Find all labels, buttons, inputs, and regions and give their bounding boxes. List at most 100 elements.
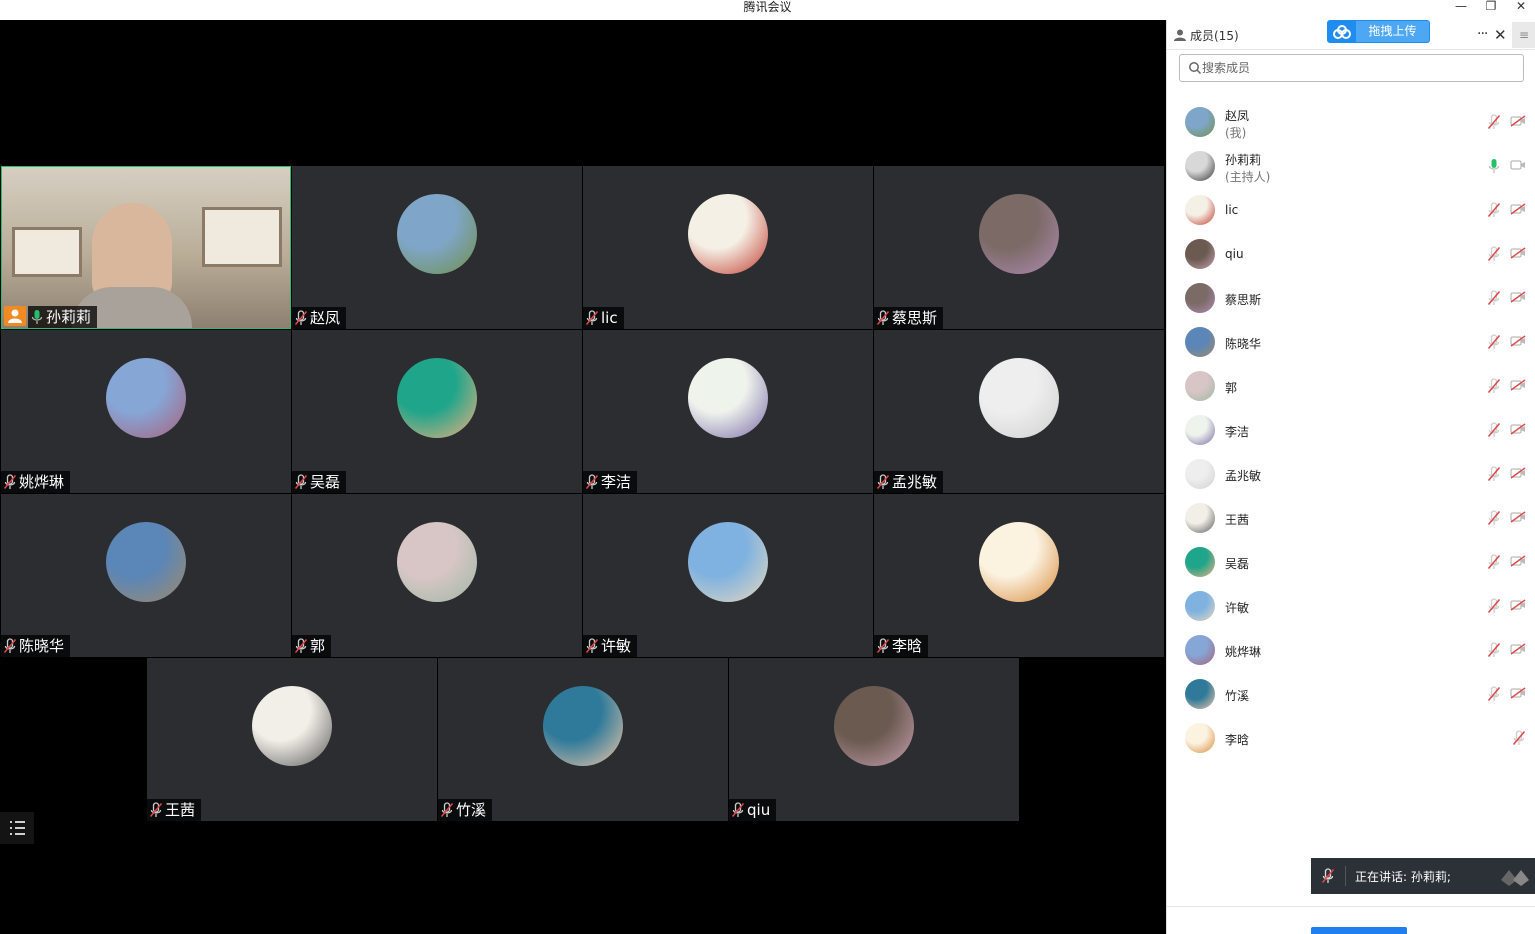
participant-tile[interactable]: 李洁 [583, 330, 873, 493]
mic-on-icon[interactable] [1487, 158, 1501, 174]
participant-tile[interactable]: lic [583, 166, 873, 329]
mute-all-button[interactable] [1311, 927, 1407, 934]
mic-on-icon [31, 310, 43, 324]
participant-tile[interactable]: 姚烨琳 [1, 330, 291, 493]
member-list-item[interactable]: qiu [1167, 232, 1535, 276]
participant-tile[interactable]: 赵凤 [292, 166, 582, 329]
camera-off-icon[interactable] [1510, 599, 1526, 611]
camera-off-icon[interactable] [1510, 555, 1526, 567]
participant-label: 孙莉莉 [28, 306, 98, 328]
member-list-item[interactable]: lic [1167, 188, 1535, 232]
participant-tile[interactable]: 蔡思斯 [874, 166, 1164, 329]
camera-off-icon[interactable] [1510, 335, 1526, 347]
speaking-indicator: 正在讲话: 孙莉莉; [1311, 858, 1535, 894]
participant-tile[interactable]: qiu [729, 658, 1019, 821]
layout-list-button[interactable] [0, 812, 34, 844]
participant-tile[interactable]: 孙莉莉 [1, 166, 291, 329]
participant-tile[interactable]: 竹溪 [438, 658, 728, 821]
mic-muted-icon[interactable] [1487, 290, 1501, 306]
close-button[interactable]: ✕ [1507, 0, 1535, 14]
mic-muted-icon[interactable] [1487, 334, 1501, 350]
mic-muted-icon[interactable] [1487, 510, 1501, 526]
participant-tile[interactable]: 陈晓华 [1, 494, 291, 657]
member-search-input[interactable] [1202, 58, 1512, 78]
mic-muted-icon [440, 802, 454, 817]
participant-avatar [543, 686, 623, 766]
mic-muted-icon [294, 638, 308, 653]
participant-avatar [979, 358, 1059, 438]
mic-muted-icon [3, 474, 17, 489]
mic-muted-icon[interactable] [1487, 642, 1501, 658]
member-avatar [1185, 371, 1215, 401]
participant-avatar [834, 686, 914, 766]
member-list-item[interactable]: 孙莉莉 (主持人) [1167, 144, 1535, 188]
participant-name: 赵凤 [310, 309, 341, 327]
participant-name: qiu [747, 801, 771, 819]
member-list-item[interactable]: 李洁 [1167, 408, 1535, 452]
participant-label: 郭 [292, 635, 332, 657]
member-name: 孙莉莉 [1225, 153, 1262, 167]
minimize-button[interactable]: — [1447, 0, 1475, 14]
member-list-item[interactable]: 赵凤 (我) [1167, 100, 1535, 144]
member-list-item[interactable]: 孟兆敏 [1167, 452, 1535, 496]
participant-name: 孟兆敏 [892, 473, 938, 491]
restore-button[interactable]: ❐ [1477, 0, 1505, 14]
more-options-button[interactable]: ··· [1477, 26, 1488, 42]
camera-icon[interactable] [1510, 159, 1526, 171]
participant-tile[interactable]: 孟兆敏 [874, 330, 1164, 493]
camera-off-icon[interactable] [1510, 643, 1526, 655]
participant-label: 吴磊 [292, 471, 347, 493]
camera-off-icon[interactable] [1510, 467, 1526, 479]
participant-avatar [106, 358, 186, 438]
participant-tile[interactable]: 许敏 [583, 494, 873, 657]
mic-muted-icon[interactable] [1487, 378, 1501, 394]
member-list-item[interactable]: 陈晓华 [1167, 320, 1535, 364]
member-list-item[interactable]: 许敏 [1167, 584, 1535, 628]
mic-muted-icon[interactable] [1487, 598, 1501, 614]
speaking-divider [1345, 866, 1346, 886]
camera-off-icon[interactable] [1510, 687, 1526, 699]
mic-muted-icon[interactable] [1487, 686, 1501, 702]
member-list-item[interactable]: 郭 [1167, 364, 1535, 408]
camera-off-icon[interactable] [1510, 511, 1526, 523]
participant-tile[interactable]: 吴磊 [292, 330, 582, 493]
panel-bottom-bar [1167, 906, 1535, 934]
member-search-box[interactable] [1179, 54, 1524, 82]
member-list-item[interactable]: 李晗 [1167, 716, 1535, 760]
member-avatar [1185, 415, 1215, 445]
member-list-item[interactable]: 吴磊 [1167, 540, 1535, 584]
close-panel-button[interactable]: ✕ [1494, 26, 1507, 44]
participant-avatar [979, 522, 1059, 602]
mic-muted-icon[interactable] [1487, 202, 1501, 218]
member-name: 竹溪 [1225, 689, 1250, 703]
mic-muted-icon[interactable] [1487, 466, 1501, 482]
participant-avatar [979, 194, 1059, 274]
participant-tile[interactable]: 郭 [292, 494, 582, 657]
mic-muted-icon[interactable] [1487, 554, 1501, 570]
member-list-item[interactable]: 王茜 [1167, 496, 1535, 540]
participant-avatar [252, 686, 332, 766]
member-avatar [1185, 679, 1215, 709]
member-list-item[interactable]: 竹溪 [1167, 672, 1535, 716]
camera-off-icon[interactable] [1510, 247, 1526, 259]
participant-avatar [688, 358, 768, 438]
mic-muted-icon[interactable] [1487, 114, 1501, 130]
mic-muted-icon [585, 310, 599, 325]
member-list-item[interactable]: 蔡思斯 [1167, 276, 1535, 320]
participant-tile[interactable]: 王茜 [147, 658, 437, 821]
mic-muted-icon[interactable] [1487, 422, 1501, 438]
member-name: 陈晓华 [1225, 337, 1262, 351]
panel-menu-button[interactable]: ≡ [1512, 22, 1535, 48]
member-list-item[interactable]: 姚烨琳 [1167, 628, 1535, 672]
participant-tile[interactable]: 李晗 [874, 494, 1164, 657]
camera-off-icon[interactable] [1510, 115, 1526, 127]
drag-upload-button[interactable]: 拖拽上传 [1327, 20, 1430, 43]
camera-off-icon[interactable] [1510, 203, 1526, 215]
camera-off-icon[interactable] [1510, 423, 1526, 435]
participant-avatar [397, 194, 477, 274]
camera-off-icon[interactable] [1510, 379, 1526, 391]
member-name: 孟兆敏 [1225, 469, 1262, 483]
mic-muted-icon[interactable] [1512, 730, 1526, 746]
camera-off-icon[interactable] [1510, 291, 1526, 303]
mic-muted-icon[interactable] [1487, 246, 1501, 262]
